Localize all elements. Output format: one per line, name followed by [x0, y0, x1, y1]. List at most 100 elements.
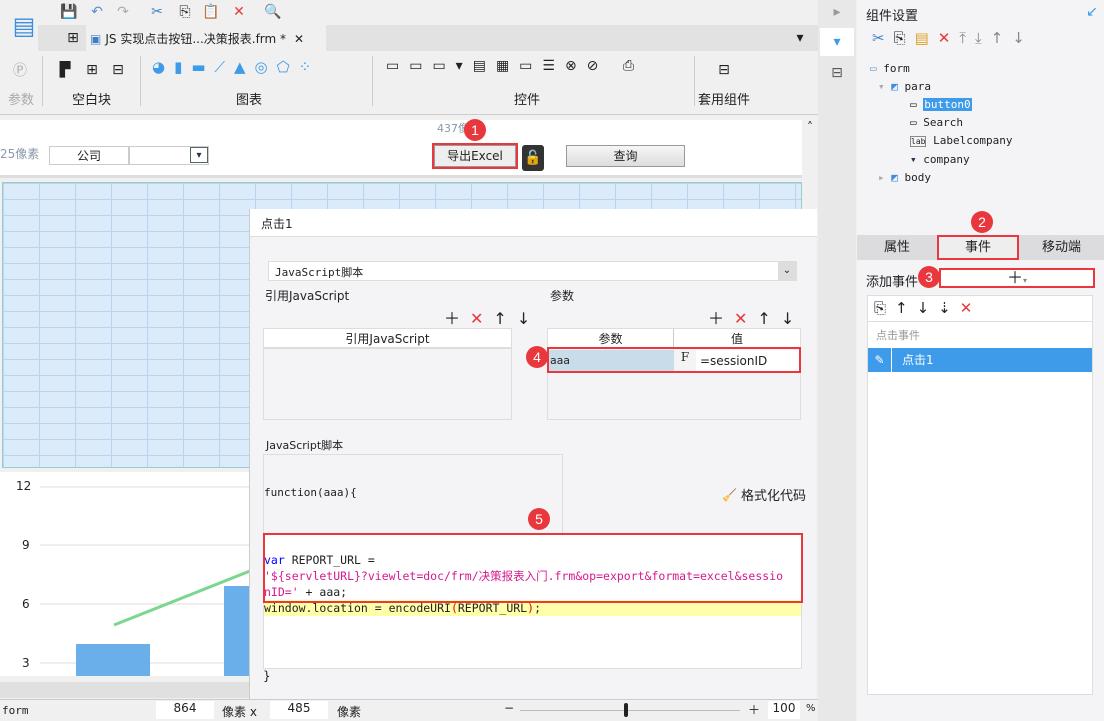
grid-block-icon[interactable]: ⊞ — [82, 60, 102, 80]
undo-icon[interactable]: ↶ — [86, 2, 108, 22]
y-tick: 3 — [22, 656, 30, 670]
horizontal-scrollbar[interactable] — [0, 682, 250, 698]
label-company[interactable]: 公司 — [49, 146, 129, 165]
collapse-icon[interactable]: ↙ — [1084, 4, 1100, 20]
expand-arrow-icon: ▸ — [878, 171, 885, 184]
dropdown-icon[interactable]: ▾ — [190, 147, 208, 163]
param-value-header: 值 — [730, 332, 743, 346]
delete-icon[interactable]: ✕ — [228, 2, 250, 22]
code-paren: ( — [450, 601, 458, 615]
tab-menu-icon[interactable]: ▾ — [790, 28, 810, 48]
delete-icon: ✕ — [959, 299, 982, 317]
dialog-header — [250, 209, 817, 237]
event-list: ⎘↑↓⇣✕ 点击事件 ✎ 点击1 — [867, 295, 1093, 695]
down-icon: ↓ — [916, 299, 939, 317]
delete-icon: ✕ — [734, 309, 758, 328]
status-form: form — [2, 704, 29, 717]
event-item[interactable]: ✎ 点击1 — [868, 348, 1092, 372]
side-strip — [818, 0, 856, 721]
layout-icon[interactable]: ⊟ — [826, 62, 848, 84]
delete-icon: ✕ — [470, 309, 494, 328]
event-dialog: 点击1 JavaScript脚本 ⌄ 引用JavaScript 参数 ＋✕↑↓ … — [249, 209, 817, 699]
group-widget: 控件 — [514, 93, 541, 108]
function-signature: function(aaa){ — [264, 486, 357, 499]
edit-icon[interactable]: ✎ — [868, 348, 892, 372]
app-menu-icon[interactable]: ▤ — [10, 4, 38, 48]
add-event-label: 添加事件 — [866, 275, 919, 290]
up-icon: ↑ — [757, 309, 781, 328]
preview-icon[interactable]: 🔍 — [262, 2, 284, 22]
close-tab-icon[interactable]: ✕ — [294, 32, 304, 46]
param-tools[interactable]: ＋✕↑↓ — [708, 305, 804, 329]
button-icon: ▭ — [910, 116, 917, 129]
tab-block-icon[interactable]: ⊟ — [108, 60, 128, 80]
grid-icon[interactable]: ⊞ — [64, 28, 82, 48]
height-label: 25像素 — [0, 147, 40, 161]
chevron-down-icon[interactable]: ⌄ — [778, 262, 796, 280]
label-icon: lab — [910, 136, 927, 147]
width-field[interactable]: 864 — [156, 701, 214, 719]
widget-icons[interactable]: ▭▭▭▾▤▦▭☰⊗⊘ ⎙ — [386, 58, 644, 74]
badge-2: 2 — [971, 211, 993, 233]
zoom-out-icon[interactable]: − — [504, 701, 514, 715]
tree-item-form[interactable]: ▭ form — [870, 60, 1013, 78]
y-tick: 6 — [22, 597, 30, 611]
tree-item-labelcompany[interactable]: lab Labelcompany — [870, 132, 1013, 151]
container-icon: ◩ — [891, 80, 898, 93]
tree-item-search[interactable]: ▭ Search — [870, 114, 1013, 132]
tab-events[interactable]: 事件 — [937, 235, 1019, 260]
copy-icon: ⎘ — [893, 29, 915, 47]
chart-bar — [76, 644, 150, 676]
param-widget-icon[interactable]: Ⓟ — [10, 60, 30, 80]
tab-mobile[interactable]: 移动端 — [1019, 235, 1104, 260]
down-icon: ↓ — [1012, 29, 1034, 47]
tree-item-body[interactable]: ▸ ◩ body — [870, 169, 1013, 187]
script-type-value: JavaScript脚本 — [275, 266, 364, 279]
zoom-slider[interactable] — [520, 710, 740, 711]
chart-preview: 12 9 6 3 — [0, 472, 261, 676]
zoom-field[interactable]: 100 — [768, 701, 800, 719]
button-icon: ▭ — [910, 98, 917, 111]
document-tab[interactable]: ▣ JS 实现点击按钮...决策报表.frm * ✕ — [86, 25, 326, 52]
delete-icon: ✕ — [937, 29, 960, 47]
badge-3: 3 — [918, 266, 940, 288]
tree-tools[interactable]: ✂⎘▤✕⤒⤓↑↓ — [872, 29, 1034, 47]
scroll-up-icon[interactable]: ˄ — [802, 120, 818, 136]
tab-properties[interactable]: 属性 — [857, 235, 937, 260]
down-icon: ↓ — [516, 309, 541, 328]
code-line: REPORT_URL — [457, 601, 528, 615]
zoom-slider-handle[interactable] — [624, 703, 628, 717]
widget-settings-icon[interactable]: ▾ — [820, 28, 854, 56]
expand-icon[interactable]: ▸ — [828, 2, 846, 22]
tree-item-para[interactable]: ▾ ◩ para — [870, 78, 1013, 96]
params-table: 参数 值 aaa F =sessionID — [547, 328, 801, 420]
tree-item-company[interactable]: ▾ company — [870, 151, 1013, 169]
lock-icon[interactable]: 🔓 — [522, 145, 544, 171]
paste-icon[interactable]: 📋 — [200, 2, 222, 22]
widget-tree: ▭ form ▾ ◩ para ▭ button0 ▭ Search lab L… — [870, 60, 1013, 187]
container-icon: ◩ — [891, 171, 898, 184]
template-widget-icon[interactable]: ⊟ — [714, 60, 734, 80]
add-icon: ＋ — [708, 309, 735, 328]
redo-icon[interactable]: ↷ — [112, 2, 134, 22]
query-button[interactable]: 查询 — [566, 145, 685, 167]
event-tools[interactable]: ⎘↑↓⇣✕ — [868, 296, 1092, 322]
add-event-button[interactable]: ＋▾ — [939, 268, 1095, 288]
broom-icon: 🧹 — [722, 487, 737, 502]
ref-js-tools[interactable]: ＋✕↑↓ — [444, 305, 540, 329]
save-icon[interactable]: 💾 — [58, 2, 80, 22]
script-type-select[interactable]: JavaScript脚本 ⌄ — [268, 261, 797, 281]
event-group-label: 点击事件 — [876, 329, 920, 342]
group-param: 参数 — [8, 93, 35, 108]
percent-label: % — [806, 703, 816, 714]
copy-icon[interactable]: ⎘ — [174, 2, 196, 22]
format-code-button[interactable]: 🧹 格式化代码 — [722, 485, 806, 505]
chart-icons[interactable]: ◕▮▬⟋▲◎⬠⁘ — [152, 58, 320, 76]
blank-block-icon[interactable]: ▛ — [55, 60, 75, 80]
cut-icon[interactable]: ✂ — [146, 2, 168, 22]
tree-item-button0[interactable]: ▭ button0 — [870, 96, 1013, 114]
ref-js-header: 引用JavaScript — [264, 329, 511, 349]
height-field[interactable]: 485 — [270, 701, 328, 719]
zoom-in-icon[interactable]: ＋ — [748, 701, 760, 718]
chevron-down-icon: ▾ — [1023, 276, 1028, 285]
